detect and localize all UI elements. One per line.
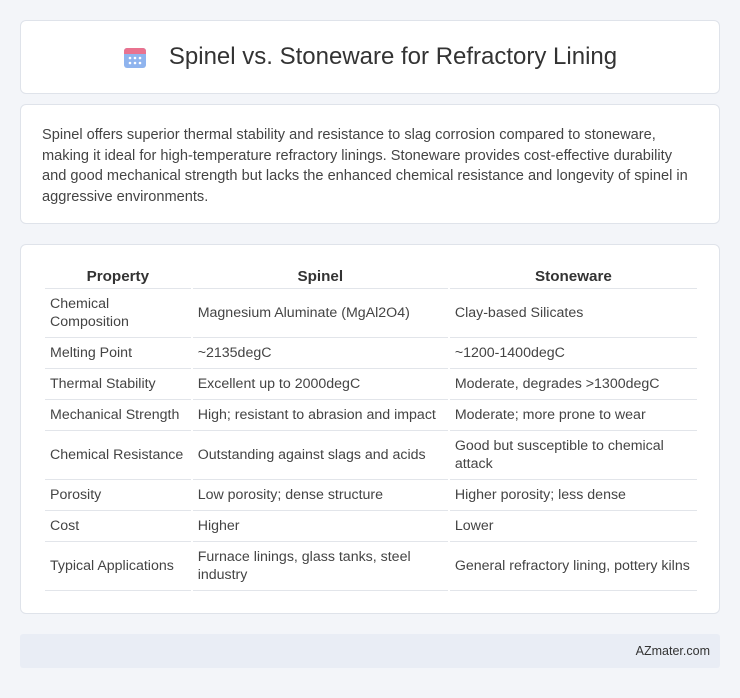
table-row: Thermal Stability Excellent up to 2000de… [45, 369, 697, 400]
table-row: Melting Point ~2135degC ~1200-1400degC [45, 338, 697, 369]
column-header-property: Property [45, 267, 191, 289]
table-cell: Magnesium Aluminate (MgAl2O4) [192, 289, 448, 338]
table-row: Typical Applications Furnace linings, gl… [45, 542, 697, 591]
table-header-row: Property Spinel Stoneware [45, 267, 697, 289]
column-header-stoneware: Stoneware [449, 267, 697, 289]
table-cell: Low porosity; dense structure [192, 480, 448, 511]
calendar-icon [123, 45, 147, 69]
table-row: Chemical Composition Magnesium Aluminate… [45, 289, 697, 338]
table-cell: Outstanding against slags and acids [192, 431, 448, 480]
table-cell: Mechanical Strength [45, 400, 191, 431]
table-cell: Higher [192, 511, 448, 542]
table-cell: Chemical Resistance [45, 431, 191, 480]
table-cell: General refractory lining, pottery kilns [449, 542, 697, 591]
table-cell: Clay-based Silicates [449, 289, 697, 338]
title-card: Spinel vs. Stoneware for Refractory Lini… [20, 20, 720, 94]
table-cell: Excellent up to 2000degC [192, 369, 448, 400]
table-cell: Moderate, degrades >1300degC [449, 369, 697, 400]
table-cell: Cost [45, 511, 191, 542]
comparison-table: Property Spinel Stoneware Chemical Compo… [43, 267, 699, 591]
footer: AZmater.com [20, 634, 720, 668]
table-row: Cost Higher Lower [45, 511, 697, 542]
table-row: Porosity Low porosity; dense structure H… [45, 480, 697, 511]
table-cell: Typical Applications [45, 542, 191, 591]
comparison-table-card: Property Spinel Stoneware Chemical Compo… [20, 244, 720, 614]
column-header-spinel: Spinel [192, 267, 448, 289]
table-row: Mechanical Strength High; resistant to a… [45, 400, 697, 431]
table-cell: Chemical Composition [45, 289, 191, 338]
table-cell: Higher porosity; less dense [449, 480, 697, 511]
table-row: Chemical Resistance Outstanding against … [45, 431, 697, 480]
table-cell: Furnace linings, glass tanks, steel indu… [192, 542, 448, 591]
footer-brand-link[interactable]: AZmater.com [636, 644, 710, 658]
table-cell: Moderate; more prone to wear [449, 400, 697, 431]
page-title: Spinel vs. Stoneware for Refractory Lini… [168, 43, 618, 70]
table-cell: Lower [449, 511, 697, 542]
table-cell: Good but susceptible to chemical attack [449, 431, 697, 480]
table-cell: Porosity [45, 480, 191, 511]
summary-card: Spinel offers superior thermal stability… [20, 104, 720, 224]
table-cell: ~1200-1400degC [449, 338, 697, 369]
table-cell: High; resistant to abrasion and impact [192, 400, 448, 431]
table-cell: Melting Point [45, 338, 191, 369]
table-cell: ~2135degC [192, 338, 448, 369]
summary-text: Spinel offers superior thermal stability… [42, 127, 688, 205]
table-cell: Thermal Stability [45, 369, 191, 400]
